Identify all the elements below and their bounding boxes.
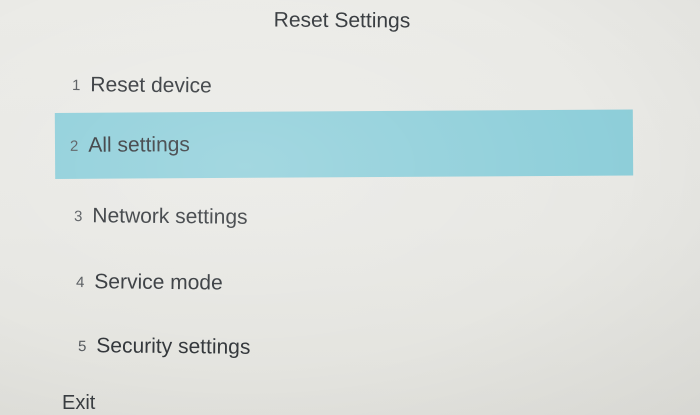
menu-item-number: 5 bbox=[77, 337, 87, 355]
menu-item-label: Network settings bbox=[92, 204, 248, 229]
menu-item-number: 3 bbox=[73, 207, 83, 225]
reset-settings-screen: Reset Settings 1 Reset device 2 All sett… bbox=[0, 0, 700, 415]
menu-item-number: 1 bbox=[71, 76, 81, 94]
menu-item-reset-device[interactable]: 1 Reset device bbox=[72, 65, 212, 106]
menu-item-number: 4 bbox=[75, 273, 85, 291]
menu-item-all-settings[interactable]: 2 All settings bbox=[54, 109, 634, 179]
reset-menu: 1 Reset device 2 All settings 3 Network … bbox=[0, 0, 700, 415]
exit-button[interactable]: Exit bbox=[62, 392, 95, 415]
menu-item-label: All settings bbox=[88, 133, 190, 157]
menu-item-label: Reset device bbox=[90, 73, 212, 98]
menu-item-security-settings[interactable]: 5 Security settings bbox=[78, 326, 251, 368]
menu-item-label: Security settings bbox=[96, 334, 251, 359]
menu-item-label: Service mode bbox=[94, 270, 223, 295]
menu-item-network-settings[interactable]: 3 Network settings bbox=[74, 196, 248, 238]
menu-item-service-mode[interactable]: 4 Service mode bbox=[76, 262, 223, 304]
menu-item-number: 2 bbox=[69, 137, 79, 155]
